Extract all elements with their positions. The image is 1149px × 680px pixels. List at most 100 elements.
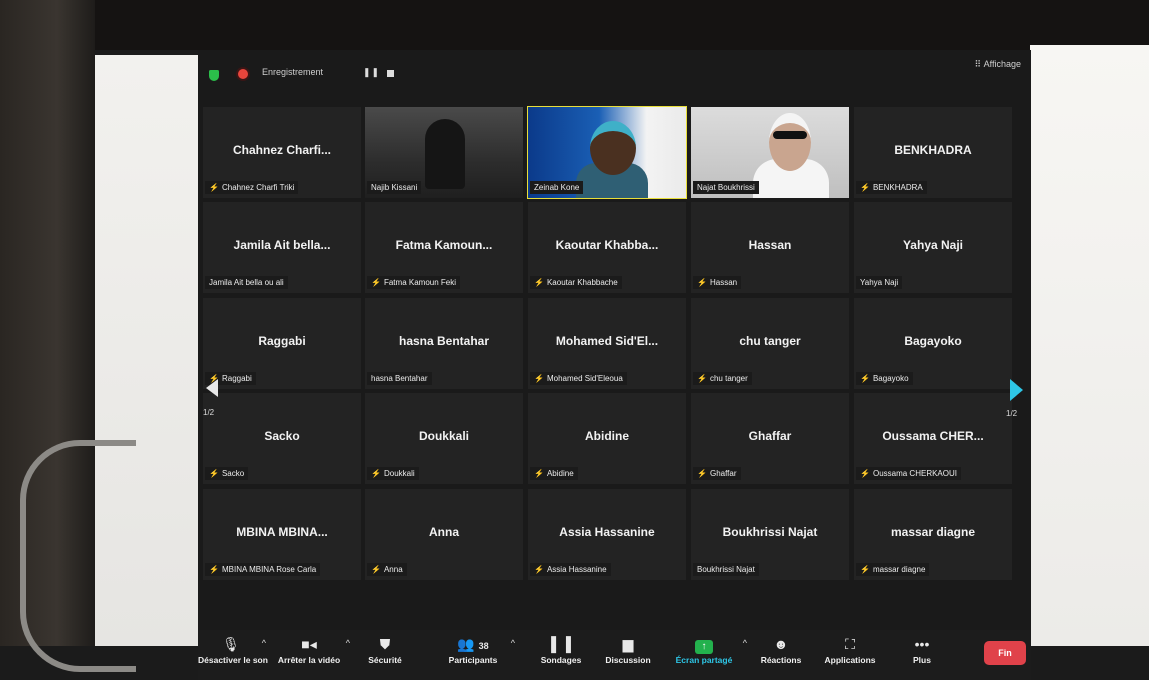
participant-tile[interactable]: Sacko ⚡ Sacko (203, 393, 361, 484)
participant-name-tag: Jamila Ait bella ou ali (205, 276, 288, 289)
video-person-head (769, 113, 811, 171)
page-indicator-right: 1/2 (1006, 409, 1018, 418)
participant-display-name: Anna (429, 525, 459, 540)
participant-name: Assia Hassanine (546, 565, 607, 574)
participant-tile[interactable]: Kaoutar Khabba... ⚡ Kaoutar Khabbache (528, 202, 686, 293)
participant-name: Doukkali (383, 469, 415, 478)
participant-tile[interactable]: Raggabi ⚡ Raggabi (203, 298, 361, 389)
participant-name: chu tanger (709, 374, 748, 383)
photo-top-edge (0, 0, 1149, 50)
muted-microphone-icon: ⚡ (371, 469, 381, 478)
participant-display-name: Assia Hassanine (559, 525, 655, 540)
participant-tile[interactable]: chu tanger ⚡ chu tanger (691, 298, 849, 389)
participant-name: MBINA MBINA Rose Carla (221, 565, 317, 574)
participant-name-tag: ⚡ BENKHADRA (856, 181, 927, 194)
muted-microphone-icon: ⚡ (860, 183, 870, 192)
participant-name-tag: ⚡ Oussama CHERKAOUI (856, 467, 961, 480)
muted-microphone-icon: ⚡ (697, 469, 707, 478)
participant-name: Zeinab Kone (534, 183, 580, 192)
muted-microphone-icon: ⚡ (371, 278, 381, 287)
participant-count: 38 (478, 641, 489, 651)
participant-tile[interactable]: Jamila Ait bella... Jamila Ait bella ou a… (203, 202, 361, 293)
participant-display-name: Mohamed Sid'El... (555, 334, 659, 349)
more-button[interactable]: ••• Plus (902, 630, 942, 680)
security-button[interactable]: ⛊ Sécurité (360, 630, 410, 680)
participant-tile[interactable]: Boukhrissi Najat Boukhrissi Najat (691, 489, 849, 580)
participant-display-name: hasna Bentahar (398, 334, 490, 349)
participant-tile[interactable]: Yahya Naji Yahya Naji (854, 202, 1012, 293)
grid-icon: ⠿ (974, 59, 984, 69)
participants-button[interactable]: 👥 38 Participants ^ (441, 630, 515, 680)
participant-tile[interactable]: Chahnez Charfi... ⚡ Chahnez Charfi Triki (203, 107, 361, 198)
participant-gallery: Chahnez Charfi... ⚡ Chahnez Charfi Triki Na… (203, 106, 1030, 632)
participant-tile[interactable]: Abidine ⚡ Abidine (528, 393, 686, 484)
participant-tile[interactable]: Doukkali ⚡ Doukkali (365, 393, 523, 484)
polls-button[interactable]: ▌▐ Sondages (536, 630, 586, 680)
participant-tile[interactable]: Zeinab Kone (527, 106, 687, 199)
participant-name: Fatma Kamoun Feki (383, 278, 456, 287)
participant-tile[interactable]: Oussama CHER... ⚡ Oussama CHERKAOUI (854, 393, 1012, 484)
video-person (425, 119, 465, 189)
participant-tile[interactable]: hasna Bentahar hasna Bentahar (365, 298, 523, 389)
participant-name: Oussama CHERKAOUI (872, 469, 957, 478)
apps-button[interactable]: ⛶ Applications (819, 630, 881, 680)
share-screen-button[interactable]: ↑ Écran partagé ^ (671, 630, 747, 680)
shield-icon: ⛊ (379, 636, 391, 652)
participant-name-tag: ⚡ massar diagne (856, 563, 930, 576)
participant-name: Kaoutar Khabbache (546, 278, 618, 287)
video-person-head (590, 121, 636, 175)
participant-display-name: Fatma Kamoun... (395, 238, 493, 253)
recording-label: Enregistrement (262, 67, 324, 77)
participant-tile[interactable]: Fatma Kamoun... ⚡ Fatma Kamoun Feki (365, 202, 523, 293)
view-button[interactable]: ⠿ Affichage (975, 59, 1021, 70)
participant-display-name: Jamila Ait bella... (233, 238, 331, 253)
chevron-up-icon[interactable]: ^ (743, 638, 747, 648)
apps-icon: ⛶ (845, 636, 855, 652)
participant-display-name: Hassan (748, 238, 792, 253)
muted-microphone-icon: ⚡ (534, 278, 544, 287)
participant-name: Abidine (546, 469, 574, 478)
participant-tile[interactable]: Hassan ⚡ Hassan (691, 202, 849, 293)
participant-tile[interactable]: Najib Kissani (365, 107, 523, 198)
participant-display-name: Yahya Naji (902, 238, 964, 253)
muted-microphone-icon: ⚡ (209, 565, 219, 574)
participant-tile[interactable]: Assia Hassanine ⚡ Assia Hassanine (528, 489, 686, 580)
mute-button[interactable]: 🎙 Désactiver le son ^ (198, 630, 268, 680)
stop-recording-icon[interactable] (387, 70, 394, 77)
encryption-shield-icon[interactable] (209, 70, 219, 81)
participant-tile[interactable]: Najat Boukhrissi (691, 107, 849, 198)
sunglasses (773, 131, 807, 139)
reactions-button[interactable]: ☻ Réactions (756, 630, 806, 680)
participant-tile[interactable]: Mohamed Sid'El... ⚡ Mohamed Sid'Eleoua (528, 298, 686, 389)
participant-name-tag: ⚡ Doukkali (367, 467, 419, 480)
participant-display-name: BENKHADRA (894, 143, 972, 158)
participant-name: Jamila Ait bella ou ali (209, 278, 284, 287)
participant-tile[interactable]: massar diagne ⚡ massar diagne (854, 489, 1012, 580)
participant-display-name: Ghaffar (748, 429, 792, 444)
participant-tile[interactable]: Ghaffar ⚡ Ghaffar (691, 393, 849, 484)
participant-name: hasna Bentahar (371, 374, 428, 383)
next-page-arrow-icon[interactable] (1010, 379, 1023, 401)
cable (20, 440, 136, 672)
participant-tile[interactable]: MBINA MBINA... ⚡ MBINA MBINA Rose Carla (203, 489, 361, 580)
participant-tile[interactable]: Anna ⚡ Anna (365, 489, 523, 580)
chevron-up-icon[interactable]: ^ (346, 638, 350, 648)
chevron-up-icon[interactable]: ^ (511, 638, 515, 648)
camera-icon: ■◂ (301, 636, 317, 652)
participant-name: Ghaffar (709, 469, 737, 478)
participant-name: Sacko (221, 469, 245, 478)
participant-name-tag: ⚡ chu tanger (693, 372, 752, 385)
previous-page-arrow-icon[interactable] (206, 379, 218, 397)
end-meeting-button[interactable]: Fin (984, 641, 1026, 665)
participant-name-tag: Zeinab Kone (530, 181, 584, 194)
chat-button[interactable]: ▆ Discussion (600, 630, 656, 680)
recording-dot-icon (238, 69, 248, 79)
chevron-up-icon[interactable]: ^ (262, 638, 266, 648)
pause-recording-icon[interactable]: ❚❚ (363, 67, 380, 78)
participant-tile[interactable]: BENKHADRA ⚡ BENKHADRA (854, 107, 1012, 198)
participant-display-name: Chahnez Charfi... (232, 143, 331, 158)
page-indicator-left: 1/2 (203, 408, 215, 417)
participant-tile[interactable]: Bagayoko ⚡ Bagayoko (854, 298, 1012, 389)
participant-display-name: chu tanger (739, 334, 801, 349)
stop-video-button[interactable]: ■◂ Arrêter la vidéo ^ (276, 630, 350, 680)
